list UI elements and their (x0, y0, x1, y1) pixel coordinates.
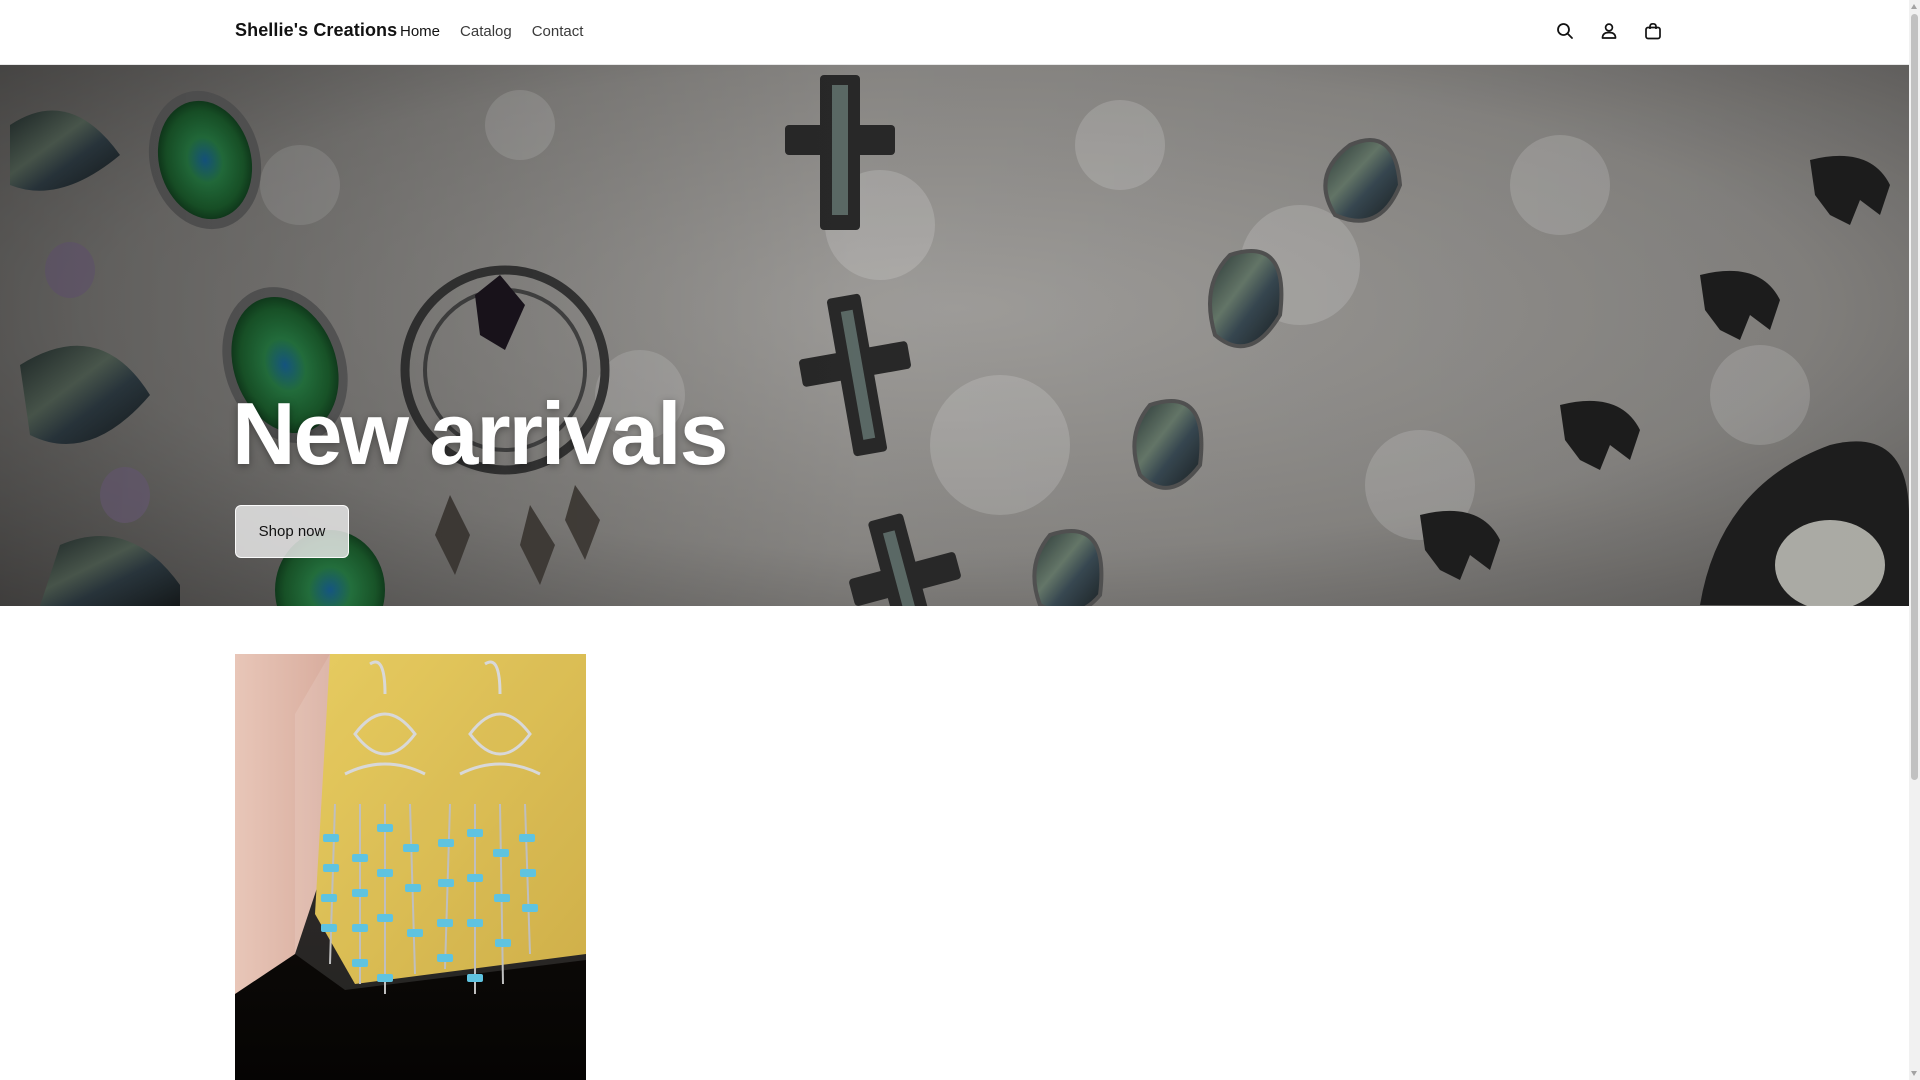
account-icon[interactable] (1598, 20, 1620, 42)
nav-link-home[interactable]: Home (400, 23, 440, 40)
brand-logo[interactable]: Shellie's Creations (235, 20, 397, 41)
page-scrollbar[interactable] (1909, 0, 1920, 1080)
cart-icon[interactable] (1642, 20, 1664, 42)
scroll-up-arrow[interactable] (1911, 4, 1917, 9)
main-nav: Home Catalog Contact (400, 23, 583, 40)
scrollbar-thumb[interactable] (1911, 14, 1918, 780)
page: Shellie's Creations Home Catalog Contact (0, 0, 1920, 1080)
shop-now-button[interactable]: Shop now (235, 505, 349, 558)
hero-banner: New arrivals Shop now (0, 65, 1909, 606)
scroll-down-arrow[interactable] (1911, 1071, 1917, 1076)
search-icon[interactable] (1554, 20, 1576, 42)
product-card[interactable] (235, 654, 586, 1080)
site-header: Shellie's Creations Home Catalog Contact (0, 0, 1909, 65)
header-actions (1554, 20, 1664, 42)
product-image[interactable] (235, 654, 586, 1080)
hero-title: New arrivals (232, 384, 729, 483)
nav-link-catalog[interactable]: Catalog (460, 23, 512, 40)
nav-link-contact[interactable]: Contact (532, 23, 584, 40)
